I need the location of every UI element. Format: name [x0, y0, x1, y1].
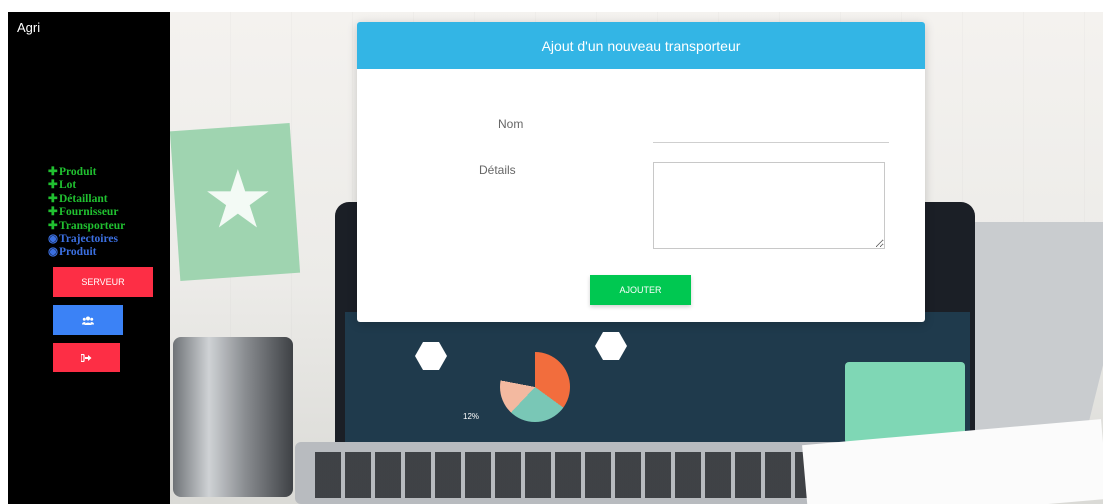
server-button[interactable]: SERVEUR — [53, 267, 153, 297]
add-transporteur-modal: Ajout d'un nouveau transporteur Nom Déta… — [357, 22, 925, 322]
sidebar-item-add-transporteur[interactable]: ✚Transporteur — [48, 220, 125, 233]
star-icon: ★ — [202, 155, 274, 244]
logout-button[interactable] — [53, 343, 120, 372]
nom-label: Nom — [498, 117, 524, 131]
plus-icon: ✚ — [48, 192, 58, 205]
background-mug — [173, 337, 293, 497]
sidebar-menu: ✚Produit ✚Lot ✚Détaillant ✚Fournisseur ✚… — [48, 166, 125, 260]
sidebar-item-label: Produit — [59, 246, 97, 259]
eye-icon: ◉ — [48, 246, 59, 259]
users-button[interactable] — [53, 305, 123, 335]
plus-icon: ✚ — [48, 166, 58, 178]
sidebar-item-label: Détaillant — [59, 192, 108, 205]
plus-icon: ✚ — [48, 219, 58, 232]
sidebar-item-label: Lot — [59, 179, 77, 192]
sidebar-item-add-lot[interactable]: ✚Lot — [48, 179, 125, 192]
sidebar-item-view-trajectoires[interactable]: ◉Trajectoires — [48, 233, 125, 246]
brand-title[interactable]: Agri — [17, 20, 40, 35]
sidebar-item-view-produit[interactable]: ◉Produit — [48, 246, 125, 259]
sidebar-item-label: Fournisseur — [59, 206, 119, 219]
eye-icon: ◉ — [48, 233, 59, 246]
sidebar-item-add-produit[interactable]: ✚Produit — [48, 166, 125, 179]
sign-out-icon — [81, 353, 92, 362]
sidebar: Agri ✚Produit ✚Lot ✚Détaillant ✚Fourniss… — [8, 12, 170, 504]
sidebar-item-label: Trajectoires — [59, 233, 118, 246]
plus-icon: ✚ — [48, 179, 58, 192]
details-textarea[interactable] — [653, 162, 885, 249]
plus-icon: ✚ — [48, 206, 58, 219]
sidebar-item-label: Produit — [59, 166, 97, 178]
modal-header: Ajout d'un nouveau transporteur — [357, 22, 925, 69]
background-pie-chart — [500, 352, 570, 422]
users-icon — [82, 316, 94, 325]
sidebar-item-add-fournisseur[interactable]: ✚Fournisseur — [48, 206, 125, 219]
add-button[interactable]: AJOUTER — [590, 275, 691, 305]
modal-title: Ajout d'un nouveau transporteur — [541, 37, 741, 54]
background-percent-label: 12% — [463, 412, 480, 421]
sidebar-item-label: Transporteur — [59, 219, 126, 232]
nom-input[interactable] — [653, 122, 889, 143]
sidebar-item-add-detaillant[interactable]: ✚Détaillant — [48, 193, 125, 206]
details-label: Détails — [479, 163, 516, 177]
